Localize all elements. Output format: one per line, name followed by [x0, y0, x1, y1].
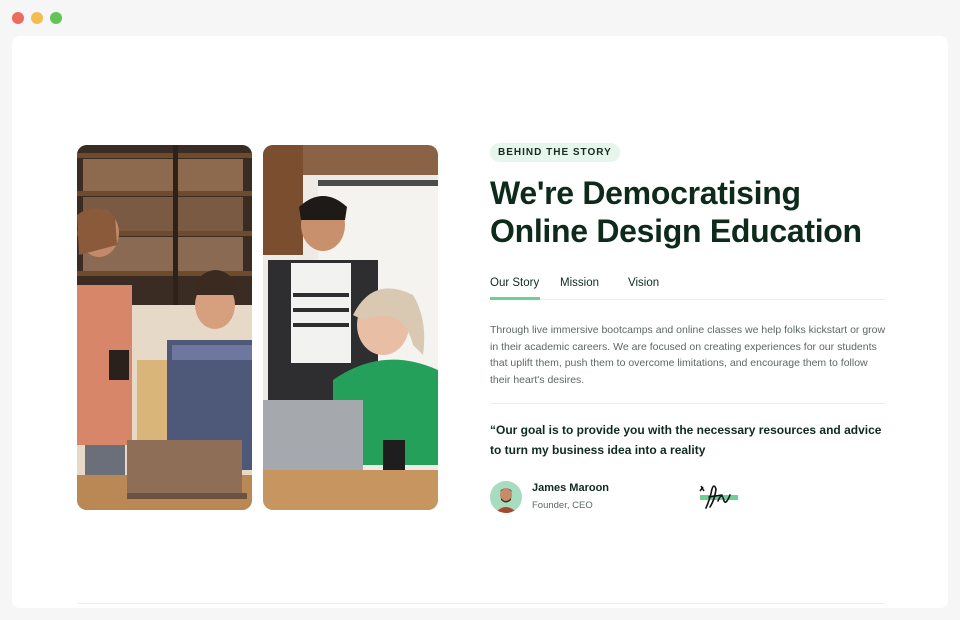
window-controls — [12, 12, 62, 24]
signature-icon — [699, 485, 738, 509]
tab-our-story[interactable]: Our Story — [490, 270, 540, 300]
eyebrow-badge: BEHIND THE STORY — [490, 143, 620, 162]
section-divider — [77, 603, 884, 604]
tab-vision[interactable]: Vision — [628, 270, 659, 300]
students-with-laptop-photo — [77, 145, 252, 510]
story-tabs: Our Story Mission Vision — [490, 270, 886, 300]
page-title: We're Democratising Online Design Educat… — [490, 175, 862, 249]
tab-mission[interactable]: Mission — [560, 270, 608, 300]
author-name: James Maroon — [532, 482, 610, 495]
quote-text: “Our goal is to provide you with the nec… — [490, 422, 882, 457]
author-role: Founder, CEO — [532, 500, 593, 512]
divider — [490, 402, 886, 404]
students-green-sweater-photo — [263, 145, 438, 510]
zoom-window-button[interactable] — [50, 12, 62, 24]
author-block: James Maroon Founder, CEO — [490, 480, 886, 514]
browser-window: BEHIND THE STORY We're Democratising Onl… — [12, 36, 948, 608]
minimize-window-button[interactable] — [31, 12, 43, 24]
story-content: BEHIND THE STORY We're Democratising Onl… — [490, 142, 886, 514]
avatar — [490, 480, 522, 513]
story-paragraph: Through live immersive bootcamps and onl… — [490, 324, 886, 387]
close-window-button[interactable] — [12, 12, 24, 24]
